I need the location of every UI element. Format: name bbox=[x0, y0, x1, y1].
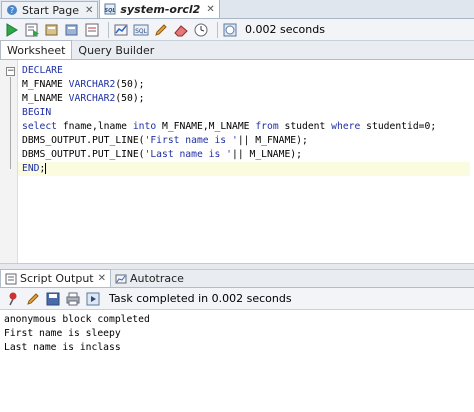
fold-guide bbox=[10, 77, 11, 169]
sql-tuning-icon[interactable]: SQL bbox=[133, 22, 149, 38]
eraser-icon[interactable] bbox=[173, 22, 189, 38]
pencil-icon[interactable] bbox=[153, 22, 169, 38]
output-line: Last name is inclass bbox=[4, 342, 121, 353]
tab-query-builder[interactable]: Query Builder bbox=[72, 41, 160, 59]
code-line: BEGIN bbox=[22, 107, 52, 118]
worksheet-toolbar: SQL 0.002 seconds bbox=[0, 19, 474, 41]
tab-worksheet[interactable]: Worksheet bbox=[0, 40, 73, 59]
code-line-current: END; bbox=[18, 162, 470, 176]
script-output-icon bbox=[5, 273, 17, 285]
tab-system-orcl2[interactable]: SQL system-orcl2 ✕ bbox=[99, 0, 220, 18]
output-toolbar: Task completed in 0.002 seconds bbox=[0, 288, 474, 310]
close-icon[interactable]: ✕ bbox=[98, 273, 106, 284]
help-icon: ? bbox=[6, 4, 18, 16]
run-script-icon[interactable] bbox=[24, 22, 40, 38]
tab-autotrace[interactable]: Autotrace bbox=[111, 270, 188, 287]
fold-toggle-icon[interactable]: − bbox=[6, 67, 15, 76]
toolbar-divider bbox=[217, 21, 218, 38]
tab-label: system-orcl2 bbox=[120, 2, 201, 16]
document-tab-bar: ? Start Page ✕ SQL system-orcl2 ✕ bbox=[0, 0, 474, 19]
tab-label: Script Output bbox=[20, 272, 94, 285]
history-icon[interactable] bbox=[193, 22, 209, 38]
code-line: DBMS_OUTPUT.PUT_LINE('First name is '|| … bbox=[22, 135, 308, 146]
sql-worksheet-icon: SQL bbox=[104, 3, 116, 15]
sql-editor[interactable]: − DECLARE M_FNAME VARCHAR2(50); M_LNAME … bbox=[0, 60, 474, 263]
status-icon bbox=[85, 291, 101, 307]
execution-time: 0.002 seconds bbox=[245, 23, 325, 36]
code-line: DBMS_OUTPUT.PUT_LINE('Last name is '|| M… bbox=[22, 149, 302, 160]
code-line: DECLARE bbox=[22, 65, 63, 76]
tab-start-page[interactable]: ? Start Page ✕ bbox=[1, 1, 99, 18]
script-output-panel[interactable]: anonymous block completed First name is … bbox=[0, 310, 474, 412]
rollback-icon[interactable] bbox=[64, 22, 80, 38]
svg-text:SQL: SQL bbox=[135, 28, 148, 35]
output-line: First name is sleepy bbox=[4, 328, 121, 339]
close-icon[interactable]: ✕ bbox=[206, 4, 214, 15]
clear-output-icon[interactable] bbox=[25, 291, 41, 307]
close-icon[interactable]: ✕ bbox=[85, 5, 93, 16]
tab-label: Autotrace bbox=[130, 272, 184, 285]
editor-gutter: − bbox=[0, 60, 18, 263]
toolbar-divider bbox=[108, 21, 109, 38]
code-area[interactable]: DECLARE M_FNAME VARCHAR2(50); M_LNAME VA… bbox=[18, 64, 470, 176]
explain-plan-icon[interactable] bbox=[84, 22, 100, 38]
tab-script-output[interactable]: Script Output ✕ bbox=[0, 269, 112, 287]
commit-icon[interactable] bbox=[44, 22, 60, 38]
text-cursor bbox=[45, 162, 47, 174]
tab-label: Start Page bbox=[22, 3, 79, 17]
pin-icon[interactable] bbox=[5, 291, 21, 307]
output-text: anonymous block completed First name is … bbox=[4, 313, 150, 355]
code-line: select fname,lname into M_FNAME,M_LNAME … bbox=[22, 121, 437, 132]
code-line: M_FNAME VARCHAR2(50); bbox=[22, 79, 145, 90]
worksheet-tab-bar: Worksheet Query Builder bbox=[0, 40, 474, 60]
task-status: Task completed in 0.002 seconds bbox=[109, 292, 292, 305]
output-tab-bar: Script Output ✕ Autotrace bbox=[0, 269, 474, 288]
autotrace-icon[interactable] bbox=[113, 22, 129, 38]
output-line: anonymous block completed bbox=[4, 314, 150, 325]
print-icon[interactable] bbox=[65, 291, 81, 307]
run-statement-icon[interactable] bbox=[4, 22, 20, 38]
code-line: M_LNAME VARCHAR2(50); bbox=[22, 93, 145, 104]
svg-text:SQL: SQL bbox=[105, 8, 116, 14]
svg-text:?: ? bbox=[10, 6, 14, 15]
autotrace-icon bbox=[115, 273, 127, 285]
clock-icon bbox=[222, 22, 238, 38]
save-icon[interactable] bbox=[45, 291, 61, 307]
